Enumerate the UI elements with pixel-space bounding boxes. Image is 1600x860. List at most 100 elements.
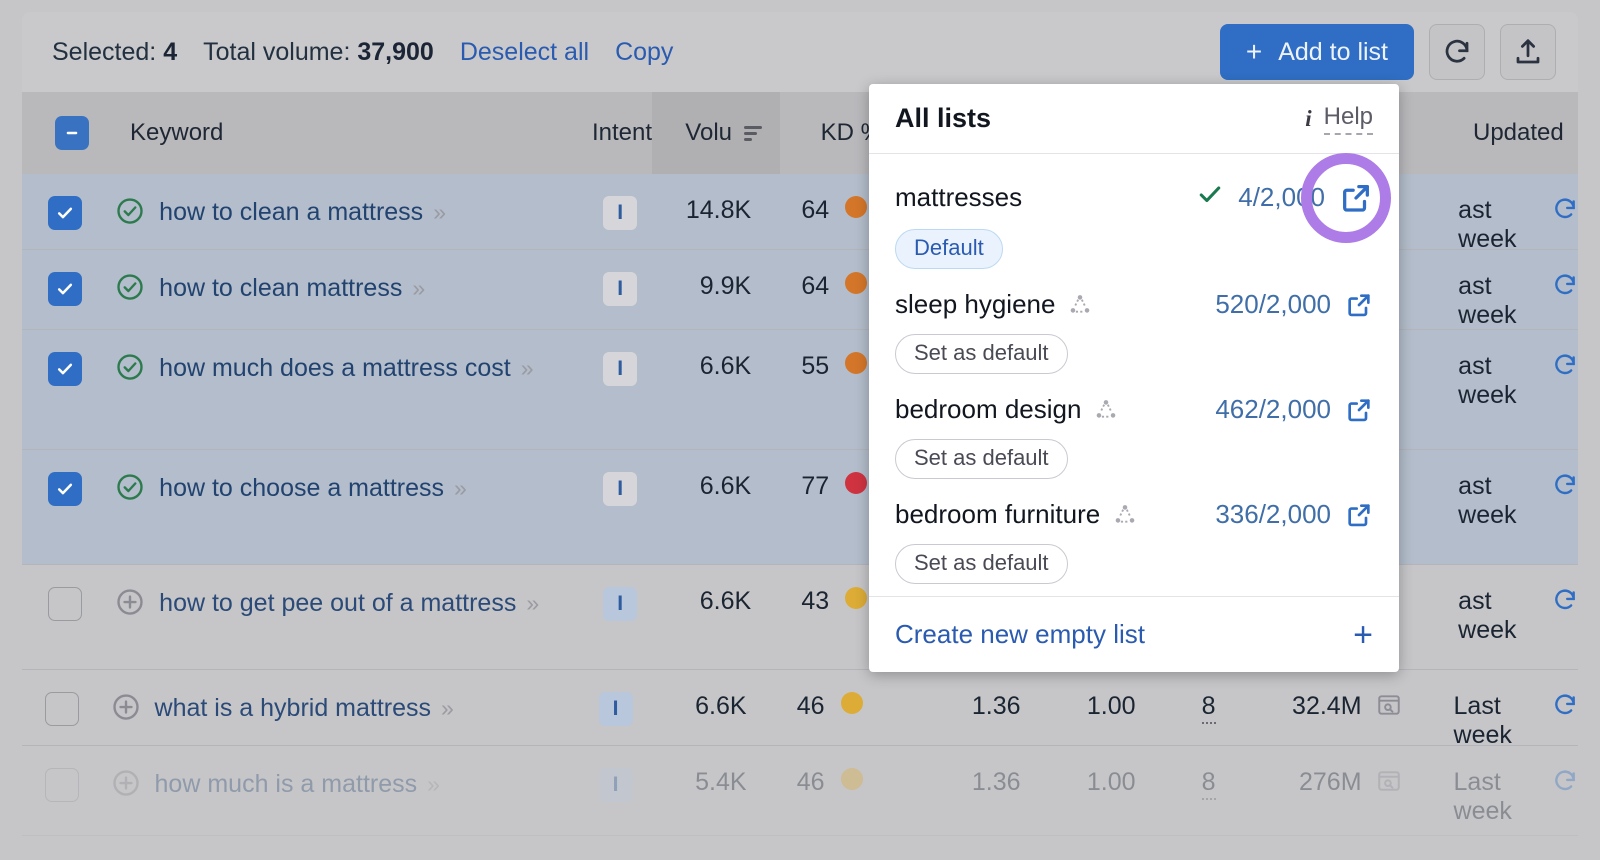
- row-keyword-text[interactable]: how much does a mattress cost: [159, 354, 511, 382]
- row-updated-cell: ast week: [1430, 174, 1578, 254]
- list-item[interactable]: mattresses 4/2,000 Default: [869, 166, 1399, 275]
- header-volume[interactable]: Volu: [652, 92, 780, 174]
- list-name[interactable]: bedroom furniture: [895, 499, 1100, 530]
- row-intent-cell[interactable]: I: [537, 565, 637, 669]
- set-as-default-button[interactable]: Set as default: [895, 334, 1068, 374]
- refresh-button[interactable]: [1429, 24, 1485, 80]
- open-list-button[interactable]: [1345, 396, 1373, 424]
- add-keyword-icon[interactable]: [111, 768, 141, 798]
- row-keyword-text[interactable]: how to clean a mattress: [159, 198, 423, 226]
- table-row[interactable]: how much is a mattress» I 5.4K 46 1.36 1…: [22, 746, 1578, 836]
- row-intent-cell[interactable]: I: [537, 174, 637, 249]
- serp-preview-icon[interactable]: [1376, 768, 1402, 794]
- row-checkbox[interactable]: [48, 196, 82, 230]
- expand-chevron-icon[interactable]: »: [427, 771, 437, 797]
- row-select-cell: [22, 250, 107, 329]
- intent-badge: I: [603, 587, 637, 621]
- refresh-icon[interactable]: [1552, 692, 1578, 718]
- volume-summary: Total volume: 37,900: [203, 38, 434, 67]
- selected-summary: Selected: 4: [52, 38, 177, 67]
- expand-chevron-icon[interactable]: »: [433, 199, 443, 225]
- add-keyword-icon[interactable]: [115, 587, 145, 617]
- copy-link[interactable]: Copy: [615, 38, 673, 67]
- help-link[interactable]: i Help: [1305, 103, 1373, 135]
- add-to-list-button[interactable]: + Add to list: [1220, 24, 1414, 80]
- expand-chevron-icon[interactable]: »: [454, 475, 464, 501]
- status-covered-icon: [115, 196, 145, 226]
- row-refresh-button[interactable]: [1552, 352, 1578, 378]
- kd-difficulty-dot: [845, 587, 867, 609]
- row-volume-cell: 14.8K: [637, 174, 765, 249]
- serp-preview-icon[interactable]: [1376, 692, 1402, 718]
- list-name[interactable]: sleep hygiene: [895, 289, 1055, 320]
- row-checkbox[interactable]: [48, 587, 82, 621]
- header-updated[interactable]: Updated: [1445, 92, 1578, 174]
- open-list-button[interactable]: [1345, 501, 1373, 529]
- row-refresh-button[interactable]: [1552, 692, 1578, 718]
- add-keyword-icon[interactable]: [111, 692, 141, 722]
- refresh-icon[interactable]: [1552, 352, 1578, 378]
- list-count: 4/2,000: [1238, 182, 1325, 213]
- list-selected-check: [1196, 180, 1224, 215]
- expand-chevron-icon[interactable]: »: [521, 355, 531, 381]
- header-intent[interactable]: Intent: [552, 92, 652, 174]
- expand-chevron-icon[interactable]: »: [526, 590, 536, 616]
- row-refresh-button[interactable]: [1552, 272, 1578, 298]
- external-link-icon[interactable]: [1339, 181, 1373, 215]
- row-updated-text: ast week: [1458, 272, 1536, 330]
- list-name[interactable]: bedroom design: [895, 394, 1081, 425]
- list-name[interactable]: mattresses: [895, 182, 1022, 213]
- external-link-icon[interactable]: [1345, 396, 1373, 424]
- intent-badge: I: [603, 352, 637, 386]
- refresh-icon[interactable]: [1552, 768, 1578, 794]
- row-intent-cell[interactable]: I: [533, 746, 633, 835]
- row-refresh-button[interactable]: [1552, 587, 1578, 613]
- row-keyword-text[interactable]: how to get pee out of a mattress: [159, 589, 516, 617]
- row-intent-cell[interactable]: I: [533, 670, 633, 745]
- open-list-button[interactable]: [1339, 181, 1373, 215]
- intent-badge: I: [603, 196, 637, 230]
- expand-chevron-icon[interactable]: »: [441, 695, 451, 721]
- select-all-checkbox[interactable]: [55, 116, 89, 150]
- list-item[interactable]: sleep hygiene 520/2,000 Set as default: [869, 275, 1399, 380]
- row-keyword-text[interactable]: how much is a mattress: [155, 770, 418, 798]
- shared-list-icon: [1093, 397, 1119, 423]
- set-as-default-button[interactable]: Set as default: [895, 439, 1068, 479]
- deselect-all-link[interactable]: Deselect all: [460, 38, 589, 67]
- row-checkbox[interactable]: [48, 472, 82, 506]
- set-as-default-button[interactable]: Set as default: [895, 544, 1068, 584]
- row-checkbox[interactable]: [45, 692, 79, 726]
- row-intent-cell[interactable]: I: [537, 450, 637, 564]
- row-checkbox[interactable]: [45, 768, 79, 802]
- shared-list-icon: [1112, 502, 1138, 528]
- row-intent-cell[interactable]: I: [537, 250, 637, 329]
- row-updated-text: ast week: [1458, 587, 1536, 645]
- create-new-list-button[interactable]: Create new empty list +: [869, 596, 1399, 672]
- export-button[interactable]: [1500, 24, 1556, 80]
- expand-chevron-icon[interactable]: »: [412, 275, 422, 301]
- refresh-icon[interactable]: [1552, 196, 1578, 222]
- external-link-icon[interactable]: [1345, 291, 1373, 319]
- row-keyword-text[interactable]: what is a hybrid mattress: [155, 694, 432, 722]
- row-select-cell: [22, 670, 103, 745]
- row-keyword-text[interactable]: how to choose a mattress: [159, 474, 444, 502]
- row-intent-cell[interactable]: I: [537, 330, 637, 449]
- table-row[interactable]: what is a hybrid mattress» I 6.6K 46 1.3…: [22, 670, 1578, 746]
- list-item[interactable]: bedroom furniture 336/2,000 Set as defau…: [869, 485, 1399, 590]
- row-keyword-text[interactable]: how to clean mattress: [159, 274, 402, 302]
- check-icon: [55, 203, 75, 223]
- row-refresh-button[interactable]: [1552, 472, 1578, 498]
- refresh-icon[interactable]: [1552, 272, 1578, 298]
- row-checkbox[interactable]: [48, 352, 82, 386]
- open-list-button[interactable]: [1345, 291, 1373, 319]
- refresh-icon[interactable]: [1552, 587, 1578, 613]
- row-volume-cell: 6.6K: [637, 330, 765, 449]
- list-item[interactable]: bedroom design 462/2,000 Set as default: [869, 380, 1399, 485]
- intent-badge: I: [603, 272, 637, 306]
- row-refresh-button[interactable]: [1552, 196, 1578, 222]
- header-keyword[interactable]: Keyword: [122, 92, 552, 174]
- refresh-icon[interactable]: [1552, 472, 1578, 498]
- row-checkbox[interactable]: [48, 272, 82, 306]
- external-link-icon[interactable]: [1345, 501, 1373, 529]
- row-refresh-button[interactable]: [1552, 768, 1578, 794]
